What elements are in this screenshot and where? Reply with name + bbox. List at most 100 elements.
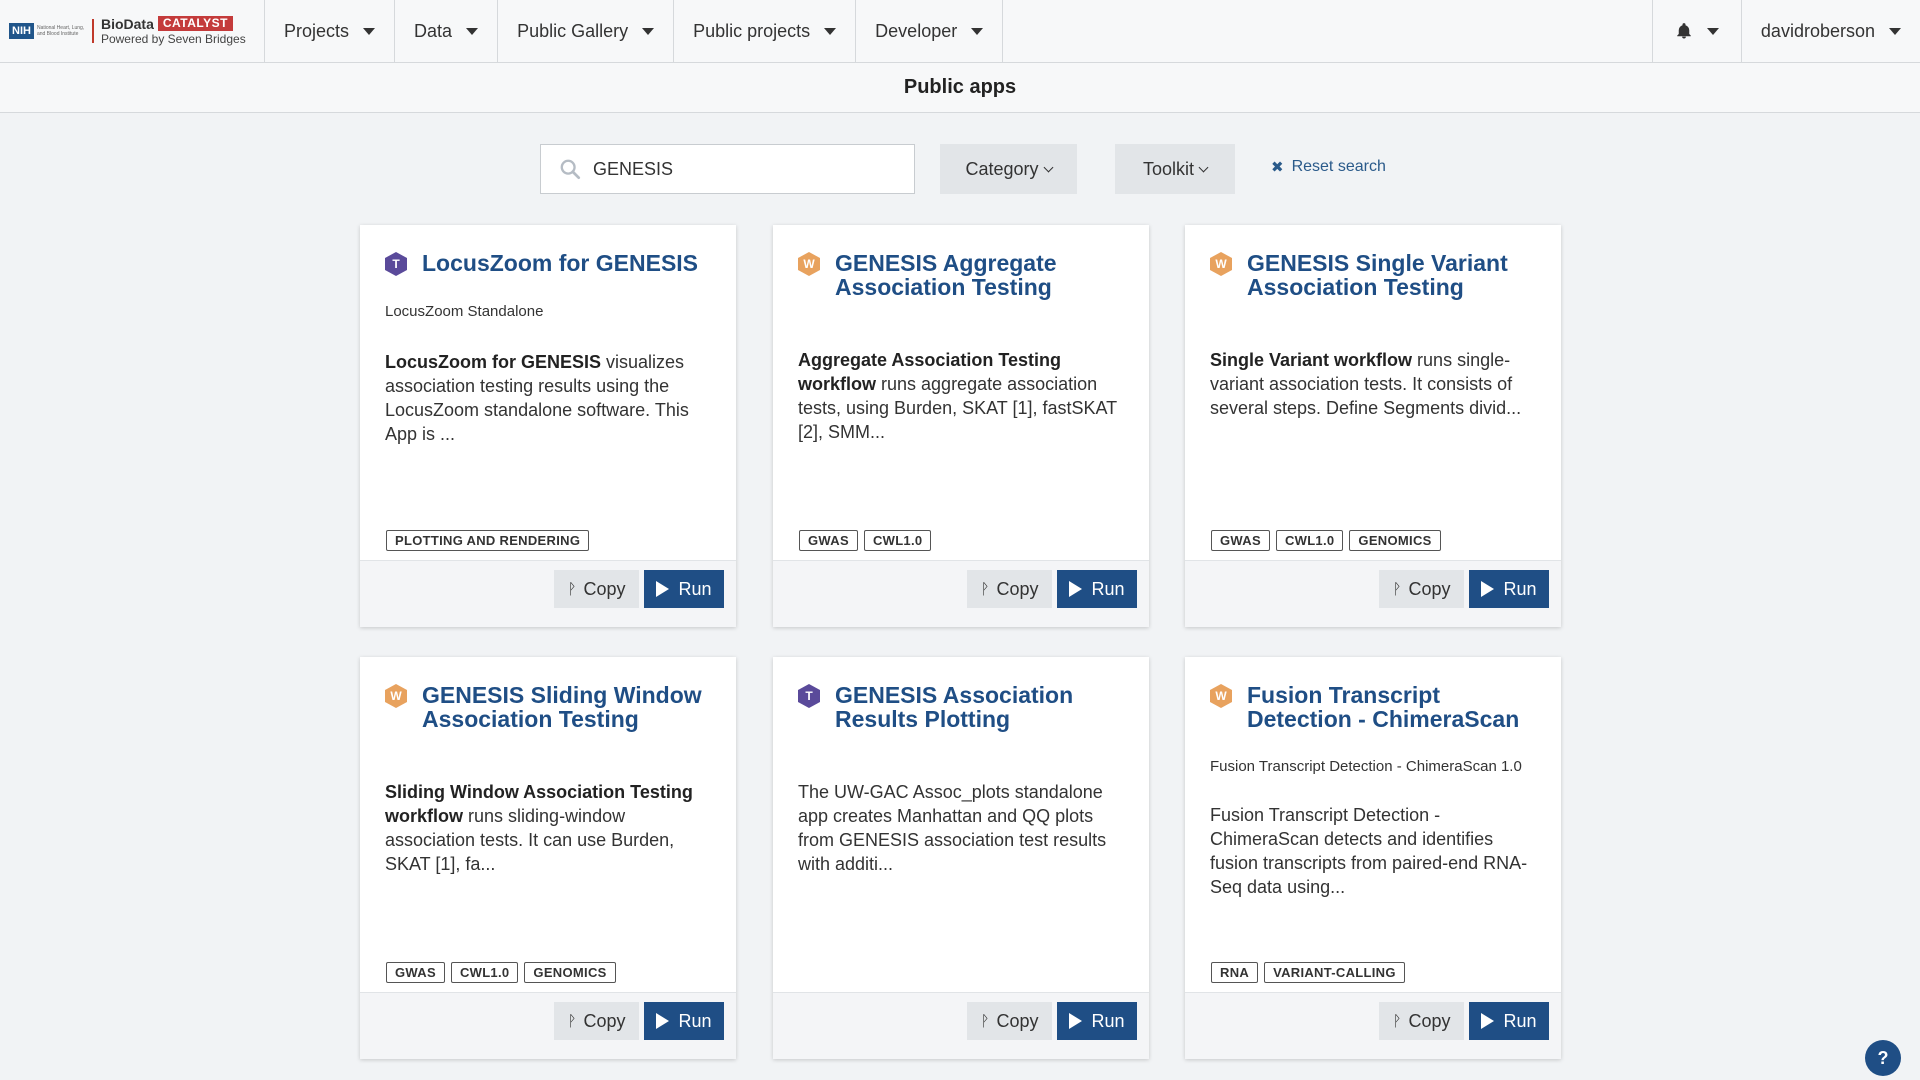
workflow-badge-icon: W	[385, 684, 407, 708]
nav-public-projects[interactable]: Public projects	[674, 0, 857, 62]
fork-icon: ᚹ	[567, 580, 577, 598]
app-card: W GENESIS Single Variant Association Tes…	[1185, 225, 1561, 627]
copy-button[interactable]: ᚹ Copy	[967, 1002, 1052, 1040]
app-card: W Fusion Transcript Detection - ChimeraS…	[1185, 657, 1561, 1059]
search-box	[540, 144, 915, 194]
bell-icon	[1677, 23, 1691, 39]
tool-badge-icon: T	[385, 252, 407, 276]
app-subtitle: LocusZoom Standalone	[385, 303, 544, 320]
app-title[interactable]: Fusion Transcript Detection - ChimeraSca…	[1247, 683, 1541, 731]
chevron-down-icon	[1198, 162, 1209, 172]
caret-down-icon	[1706, 27, 1719, 35]
app-description-text: The UW-GAC Assoc_plots standalone app cr…	[798, 782, 1107, 874]
copy-label: Copy	[583, 1010, 626, 1031]
tag[interactable]: CWL1.0	[1275, 530, 1344, 551]
page-header: Public apps	[0, 63, 1920, 113]
fork-icon: ᚹ	[1392, 580, 1402, 598]
search-input[interactable]	[593, 158, 893, 180]
app-card: W GENESIS Sliding Window Association Tes…	[360, 657, 736, 1059]
fork-icon: ᚹ	[1392, 1012, 1402, 1030]
tag[interactable]: GENOMICS	[1349, 530, 1441, 551]
run-button[interactable]: Run	[644, 1002, 724, 1040]
tag-list: PLOTTING AND RENDERING	[386, 530, 590, 551]
category-label: Category	[965, 158, 1039, 179]
run-button[interactable]: Run	[1057, 570, 1137, 608]
tag[interactable]: VARIANT-CALLING	[1264, 962, 1405, 983]
app-title[interactable]: GENESIS Single Variant Association Testi…	[1247, 251, 1541, 299]
nav-projects[interactable]: Projects	[265, 0, 396, 62]
workflow-badge-icon: W	[798, 252, 820, 276]
brand-divider	[91, 19, 94, 43]
card-footer: ᚹ Copy Run	[360, 560, 736, 627]
workflow-badge-icon: W	[1210, 252, 1232, 276]
nav-data-label: Data	[414, 20, 453, 41]
play-icon	[1069, 581, 1083, 597]
brand-catalyst: CATALYST	[157, 16, 233, 31]
tag[interactable]: CWL1.0	[863, 530, 932, 551]
nih-logo: NIH	[9, 23, 34, 39]
copy-button[interactable]: ᚹ Copy	[1379, 1002, 1464, 1040]
copy-label: Copy	[996, 578, 1039, 599]
help-button[interactable]: ?	[1865, 1040, 1901, 1076]
tag[interactable]: GWAS	[386, 962, 445, 983]
reset-search-label: Reset search	[1291, 158, 1386, 175]
reset-search-link[interactable]: ✖ Reset search	[1271, 158, 1386, 176]
notifications-menu[interactable]	[1653, 0, 1742, 62]
app-title[interactable]: GENESIS Sliding Window Association Testi…	[422, 683, 716, 731]
fork-icon: ᚹ	[980, 580, 990, 598]
run-button[interactable]: Run	[1057, 1002, 1137, 1040]
tag[interactable]: GWAS	[1211, 530, 1270, 551]
nav-spacer	[1003, 0, 1653, 62]
caret-down-icon	[824, 27, 837, 35]
play-icon	[1069, 1013, 1083, 1029]
run-button[interactable]: Run	[644, 570, 724, 608]
play-icon	[656, 1013, 670, 1029]
app-card: W GENESIS Aggregate Association Testing …	[773, 225, 1149, 627]
run-label: Run	[678, 1010, 712, 1031]
app-description: The UW-GAC Assoc_plots standalone app cr…	[798, 780, 1119, 876]
nav-public-gallery[interactable]: Public Gallery	[498, 0, 675, 62]
copy-button[interactable]: ᚹ Copy	[554, 570, 639, 608]
nav-developer-label: Developer	[875, 20, 958, 41]
run-label: Run	[678, 578, 712, 599]
copy-label: Copy	[996, 1010, 1039, 1031]
fork-icon: ᚹ	[567, 1012, 577, 1030]
tag[interactable]: CWL1.0	[450, 962, 519, 983]
user-menu[interactable]: davidroberson	[1742, 0, 1920, 62]
play-icon	[656, 581, 670, 597]
play-icon	[1481, 581, 1495, 597]
app-card: T GENESIS Association Results Plotting T…	[773, 657, 1149, 1059]
app-description-text: Fusion Transcript Detection - ChimeraSca…	[1210, 805, 1528, 897]
run-label: Run	[1091, 578, 1125, 599]
copy-button[interactable]: ᚹ Copy	[554, 1002, 639, 1040]
tag[interactable]: PLOTTING AND RENDERING	[386, 530, 590, 551]
category-dropdown[interactable]: Category	[940, 144, 1077, 194]
app-description: LocusZoom for GENESIS visualizes associa…	[385, 350, 706, 446]
chevron-down-icon	[1043, 162, 1053, 172]
app-title[interactable]: LocusZoom for GENESIS	[422, 251, 698, 275]
tag[interactable]: GENOMICS	[524, 962, 616, 983]
copy-button[interactable]: ᚹ Copy	[1379, 570, 1464, 608]
run-button[interactable]: Run	[1469, 1002, 1549, 1040]
nav-public-projects-label: Public projects	[693, 20, 811, 41]
app-title[interactable]: GENESIS Association Results Plotting	[835, 683, 1129, 731]
app-title[interactable]: GENESIS Aggregate Association Testing	[835, 251, 1129, 299]
brand-name: BioData CATALYST Powered by Seven Bridge…	[101, 16, 246, 47]
tag[interactable]: GWAS	[799, 530, 858, 551]
play-icon	[1481, 1013, 1495, 1029]
brand-subtitle: Powered by Seven Bridges	[100, 31, 246, 46]
run-button[interactable]: Run	[1469, 570, 1549, 608]
app-card: T LocusZoom for GENESIS LocusZoom Standa…	[360, 225, 736, 627]
caret-down-icon	[971, 27, 984, 35]
copy-button[interactable]: ᚹ Copy	[967, 570, 1052, 608]
run-label: Run	[1091, 1010, 1125, 1031]
brand-logo[interactable]: NIH National Heart, Lung, and Blood Inst…	[0, 0, 265, 62]
toolkit-label: Toolkit	[1142, 158, 1195, 179]
tag[interactable]: RNA	[1211, 962, 1259, 983]
nav-public-gallery-label: Public Gallery	[517, 20, 629, 41]
card-footer: ᚹ Copy Run	[1185, 560, 1561, 627]
toolkit-dropdown[interactable]: Toolkit	[1115, 144, 1235, 194]
caret-down-icon	[642, 27, 655, 35]
nav-data[interactable]: Data	[395, 0, 499, 62]
nav-developer[interactable]: Developer	[856, 0, 1004, 62]
